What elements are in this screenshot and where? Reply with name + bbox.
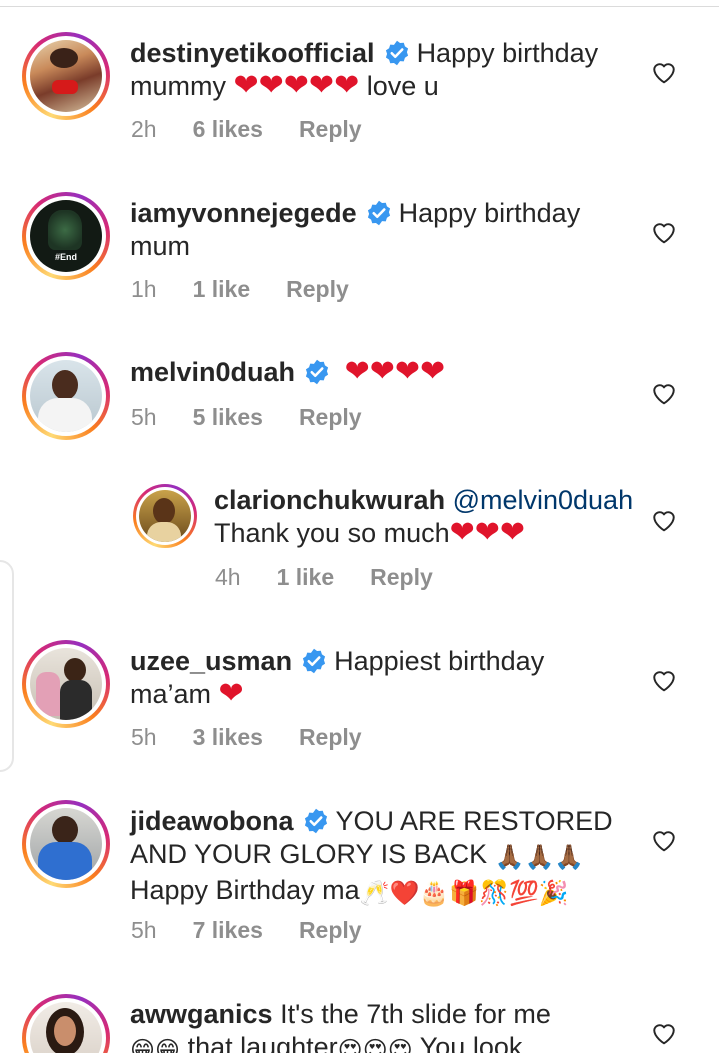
avatar[interactable] (22, 352, 110, 440)
heart-outline-icon[interactable] (651, 381, 677, 405)
comment-timestamp: 5h (131, 724, 157, 750)
comment-username[interactable]: melvin0duah (130, 357, 295, 387)
avatar[interactable] (22, 800, 110, 888)
comment-text: Happiest birthday (334, 646, 545, 676)
comment-text: love u (366, 71, 439, 101)
top-divider (0, 6, 719, 7)
verified-badge-icon (302, 648, 326, 674)
avatar[interactable] (22, 32, 110, 120)
emoji-sequence: 🥂❤️🎂🎁🎊💯🎉 (359, 880, 569, 907)
verified-badge-icon (367, 200, 390, 226)
reply-button[interactable]: Reply (370, 564, 433, 590)
comment-text: Happy birthday (398, 198, 581, 228)
side-panel-edge[interactable] (0, 560, 14, 772)
comment-username[interactable]: uzee_usman (130, 646, 292, 676)
comment-username[interactable]: jideawobona (130, 806, 294, 836)
comment-username[interactable]: clarionchukwurah (214, 485, 445, 515)
heart-outline-icon[interactable] (651, 828, 677, 852)
verified-badge-icon (305, 359, 329, 385)
likes-count[interactable]: 1 like (193, 276, 251, 302)
comment-username[interactable]: awwganics (130, 999, 273, 1029)
avatar[interactable] (22, 640, 110, 728)
comment-text: It's the 7th slide for me (280, 999, 551, 1029)
likes-count[interactable]: 3 likes (193, 724, 263, 750)
comment-text: mummy (130, 71, 226, 101)
comment-text: mum (130, 231, 190, 261)
heart-outline-icon[interactable] (651, 1021, 677, 1045)
reply-button[interactable]: Reply (299, 724, 362, 750)
heart-outline-icon[interactable] (651, 668, 677, 692)
comment-text: ma’am (130, 679, 212, 709)
comment-username[interactable]: destinyetikoofficial (130, 38, 375, 68)
heart-outline-icon[interactable] (651, 220, 677, 244)
verified-badge-icon (304, 808, 327, 834)
comment-timestamp: 5h (131, 917, 157, 943)
verified-badge-icon (385, 40, 408, 66)
comment-text: YOU ARE RESTORED (335, 806, 613, 836)
heart-emoji: ❤ (218, 677, 244, 710)
reply-button[interactable]: Reply (299, 116, 362, 142)
comment-timestamp: 2h (131, 116, 157, 142)
comment-timestamp: 4h (215, 564, 241, 590)
comment-username[interactable]: iamyvonnejegede (130, 198, 357, 228)
avatar[interactable]: #End (22, 192, 110, 280)
reply-button[interactable]: Reply (299, 404, 362, 430)
comment-text: Happy Birthday ma (130, 875, 360, 905)
heart-outline-icon[interactable] (651, 508, 677, 532)
likes-count[interactable]: 7 likes (193, 917, 263, 943)
heart-emoji: ❤❤❤❤ (344, 355, 446, 388)
comment-text: You look (419, 1032, 523, 1053)
likes-count[interactable]: 1 like (277, 564, 335, 590)
likes-count[interactable]: 5 likes (193, 404, 263, 430)
emoji-sequence: 😍😍😍 (337, 1037, 413, 1053)
avatar[interactable] (133, 484, 197, 548)
heart-outline-icon[interactable] (651, 60, 677, 84)
reply-button[interactable]: Reply (299, 917, 362, 943)
comment-text: Happy birthday (416, 38, 599, 68)
mention-link[interactable]: @melvin0duah (453, 485, 634, 515)
comment-text: AND YOUR GLORY IS BACK (130, 839, 488, 869)
emoji-sequence: 😁😁 (130, 1037, 181, 1053)
avatar[interactable] (22, 994, 110, 1053)
likes-count[interactable]: 6 likes (193, 116, 263, 142)
heart-emoji: ❤❤❤ (449, 516, 526, 549)
reply-button[interactable]: Reply (286, 276, 349, 302)
comment-text: that laughter (187, 1032, 338, 1053)
emoji-sequence: 🙏🏾🙏🏾🙏🏾 (494, 844, 585, 871)
comment-timestamp: 5h (131, 404, 157, 430)
comment-text: Thank you so much (214, 518, 450, 548)
heart-emoji: ❤❤❤❤❤ (233, 69, 360, 102)
avatar-caption: #End (54, 252, 77, 262)
comment-timestamp: 1h (131, 276, 157, 302)
